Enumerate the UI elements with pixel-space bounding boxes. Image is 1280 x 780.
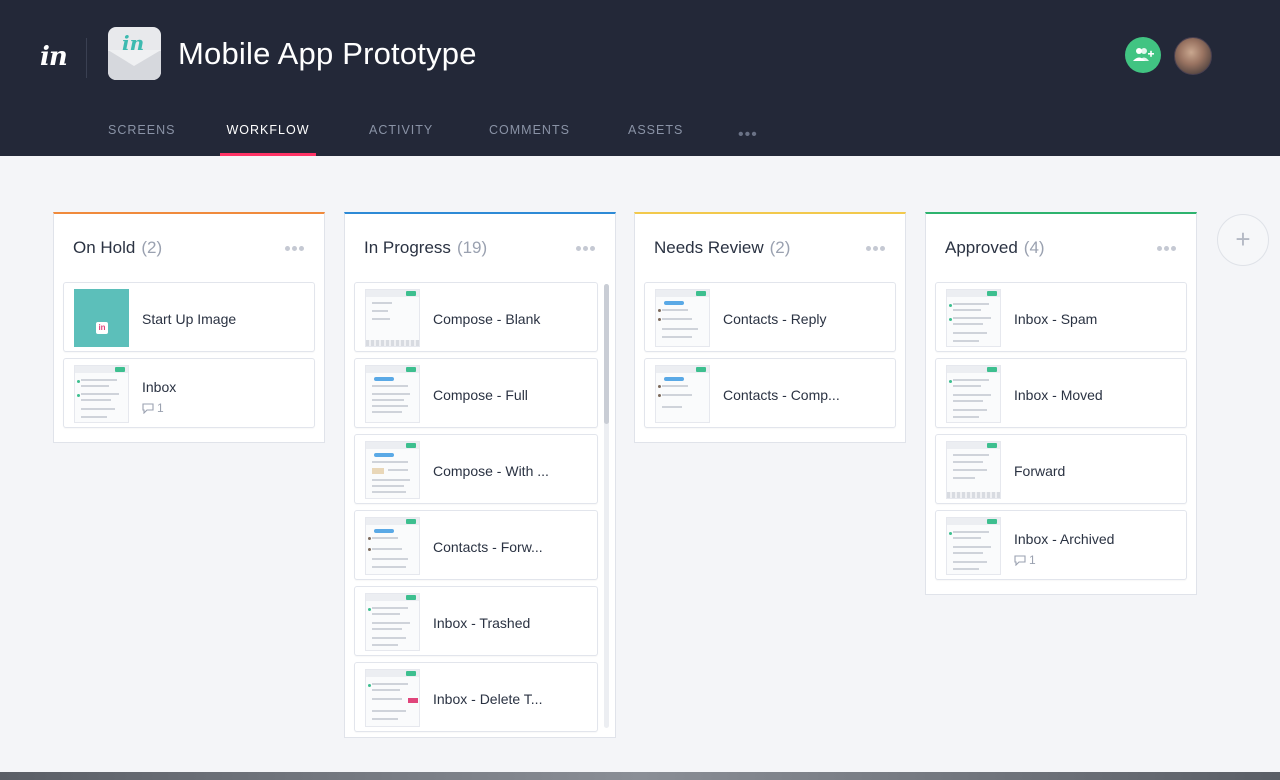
screen-card[interactable]: Inbox - Spam xyxy=(935,282,1187,352)
card-title: Inbox - Trashed xyxy=(433,615,531,631)
screen-card[interactable]: in Start Up Image xyxy=(63,282,315,352)
project-icon-logo: in xyxy=(122,31,145,55)
column-header: In Progress (19) xyxy=(345,214,615,282)
column-count: (2) xyxy=(141,238,163,257)
card-title: Inbox - Delete T... xyxy=(433,691,543,707)
column-menu-icon[interactable] xyxy=(574,238,595,256)
project-title: Mobile App Prototype xyxy=(178,36,477,71)
project-icon[interactable]: in xyxy=(108,27,161,80)
comment-icon xyxy=(142,403,154,415)
column-menu-icon[interactable] xyxy=(864,238,885,256)
top-header: in in Mobile App Prototype SCREENS WORKF… xyxy=(0,0,1280,156)
column-title: Approved (4) xyxy=(945,238,1045,257)
screen-thumbnail: in xyxy=(74,289,129,347)
envelope-icon xyxy=(108,50,161,80)
screen-card[interactable]: Inbox - Moved xyxy=(935,358,1187,428)
screen-card[interactable]: Inbox - Delete T... xyxy=(354,662,598,732)
screen-card[interactable]: Compose - Full xyxy=(354,358,598,428)
screen-card[interactable]: Forward xyxy=(935,434,1187,504)
comment-count[interactable]: 1 xyxy=(142,401,164,415)
card-title: Inbox - Archived xyxy=(1014,531,1115,547)
card-title: Forward xyxy=(1014,463,1066,479)
column-header: Needs Review (2) xyxy=(635,214,905,282)
screen-thumbnail xyxy=(365,517,420,575)
screen-card[interactable]: Compose - Blank xyxy=(354,282,598,352)
column-approved: Approved(4) Inbox - Spam Inbox - Moved xyxy=(925,212,1197,595)
screen-thumbnail xyxy=(946,441,1001,499)
project-tabs: SCREENS WORKFLOW ACTIVITY COMMENTS ASSET… xyxy=(0,118,800,156)
tab-activity[interactable]: ACTIVITY xyxy=(369,118,432,156)
tab-screens[interactable]: SCREENS xyxy=(108,118,174,156)
card-list: Inbox - Spam Inbox - Moved Forward Inbox… xyxy=(926,282,1196,594)
header-divider xyxy=(86,38,87,78)
more-tabs-icon[interactable]: ••• xyxy=(738,126,758,144)
screen-card[interactable]: Compose - With ... xyxy=(354,434,598,504)
screen-thumbnail xyxy=(946,517,1001,575)
add-user-icon xyxy=(1133,48,1154,61)
screen-thumbnail xyxy=(365,289,420,347)
column-title: On Hold (2) xyxy=(73,238,163,257)
column-in-progress: In Progress (19) Compose - Blank Compose … xyxy=(344,212,616,738)
screen-thumbnail xyxy=(365,593,420,651)
scrollbar-thumb[interactable] xyxy=(604,284,609,424)
screen-card[interactable]: Contacts - Forw... xyxy=(354,510,598,580)
column-count: (19) xyxy=(456,238,488,257)
screen-thumbnail xyxy=(74,365,129,423)
tab-comments[interactable]: COMMENTS xyxy=(489,118,569,156)
card-list: Compose - Blank Compose - Full Compose -… xyxy=(345,282,615,737)
card-title: Inbox - Spam xyxy=(1014,311,1098,327)
card-title: Compose - Full xyxy=(433,387,528,403)
column-count: (4) xyxy=(1023,238,1045,257)
card-title: Contacts - Comp... xyxy=(723,387,840,403)
window-bottom-edge xyxy=(0,772,1280,780)
column-header: Approved (4) xyxy=(926,214,1196,282)
screen-thumbnail xyxy=(365,365,420,423)
column-count: (2) xyxy=(769,238,791,257)
screen-thumbnail xyxy=(946,289,1001,347)
screen-thumbnail xyxy=(946,365,1001,423)
screen-thumbnail xyxy=(365,669,420,727)
card-list: Contacts - Reply Contacts - Comp... xyxy=(635,282,905,442)
column-needs-review: Needs Review (2) Contacts - Reply Contact… xyxy=(634,212,906,443)
plus-icon: + xyxy=(1235,224,1251,254)
card-title: Start Up Image xyxy=(142,311,237,327)
screen-thumbnail xyxy=(655,289,710,347)
column-on-hold: On Hold (2) in Start Up Image Inbox 1 xyxy=(53,212,325,443)
column-title: In Progress (19) xyxy=(364,238,488,257)
card-title: Compose - With ... xyxy=(433,463,549,479)
comment-icon xyxy=(1014,555,1026,567)
column-title: Needs Review (2) xyxy=(654,238,791,257)
active-tab-indicator xyxy=(220,153,316,156)
column-scrollbar[interactable] xyxy=(604,284,609,728)
card-title: Inbox - Moved xyxy=(1014,387,1103,403)
screen-card[interactable]: Contacts - Reply xyxy=(644,282,896,352)
screen-card[interactable]: Contacts - Comp... xyxy=(644,358,896,428)
screen-thumbnail xyxy=(655,365,710,423)
column-header: On Hold (2) xyxy=(54,214,324,282)
card-title: Contacts - Reply xyxy=(723,311,827,327)
card-list: in Start Up Image Inbox 1 xyxy=(54,282,324,442)
tab-workflow[interactable]: WORKFLOW xyxy=(220,118,316,156)
column-menu-icon[interactable] xyxy=(283,238,304,256)
invision-logo[interactable]: in xyxy=(40,42,68,72)
screen-card[interactable]: Inbox - Trashed xyxy=(354,586,598,656)
screen-card[interactable]: Inbox - Archived 1 xyxy=(935,510,1187,580)
user-avatar[interactable] xyxy=(1174,37,1212,75)
add-column-button[interactable]: + xyxy=(1217,214,1269,266)
screen-card[interactable]: Inbox 1 xyxy=(63,358,315,428)
add-user-button[interactable] xyxy=(1125,37,1161,73)
card-title: Inbox xyxy=(142,379,177,395)
tab-assets[interactable]: ASSETS xyxy=(628,118,682,156)
column-menu-icon[interactable] xyxy=(1155,238,1176,256)
screen-thumbnail xyxy=(365,441,420,499)
card-title: Contacts - Forw... xyxy=(433,539,543,555)
comment-count[interactable]: 1 xyxy=(1014,553,1036,567)
card-title: Compose - Blank xyxy=(433,311,541,327)
